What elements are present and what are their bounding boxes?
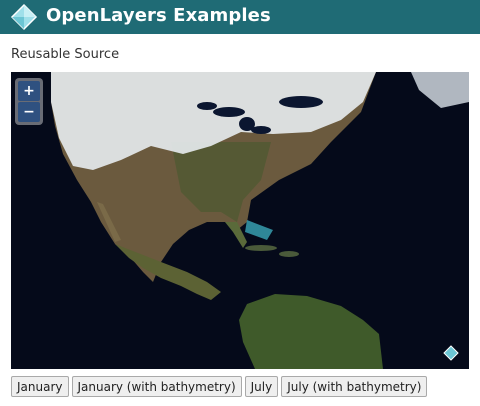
site-title[interactable]: OpenLayers Examples: [46, 5, 271, 26]
attribution-icon[interactable]: [443, 345, 459, 361]
page-title: Reusable Source: [11, 47, 120, 62]
july-button[interactable]: July: [244, 376, 279, 397]
zoom-out-button[interactable]: −: [18, 102, 40, 122]
july-bathymetry-button[interactable]: July (with bathymetry): [281, 376, 428, 397]
map-viewport[interactable]: + −: [11, 72, 469, 369]
zoom-control: + −: [15, 78, 43, 125]
zoom-in-button[interactable]: +: [18, 81, 40, 101]
january-button[interactable]: January: [11, 376, 69, 397]
satellite-imagery: [11, 72, 469, 369]
source-button-group: January January (with bathymetry) July J…: [11, 376, 428, 397]
openlayers-logo-icon[interactable]: [10, 3, 38, 31]
site-header: OpenLayers Examples: [0, 0, 480, 34]
january-bathymetry-button[interactable]: January (with bathymetry): [71, 376, 242, 397]
